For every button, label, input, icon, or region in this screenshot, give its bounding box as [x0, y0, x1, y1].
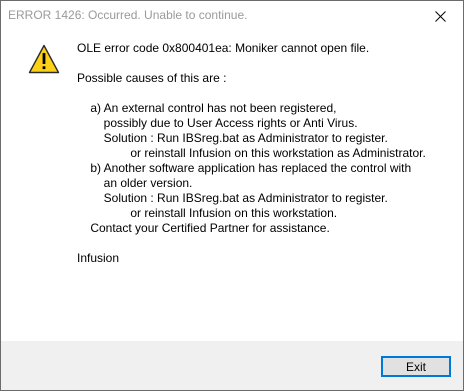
- close-button[interactable]: [417, 1, 463, 31]
- message-line: a) An external control has not been regi…: [77, 101, 337, 115]
- title-bar[interactable]: ERROR 1426: Occurred. Unable to continue…: [1, 1, 463, 31]
- message-line: or reinstall Infusion on this workstatio…: [77, 206, 338, 220]
- dialog-content: OLE error code 0x800401ea: Moniker canno…: [1, 31, 463, 341]
- message-line: Solution : Run IBSreg.bat as Administrat…: [77, 191, 388, 205]
- error-message: OLE error code 0x800401ea: Moniker canno…: [77, 41, 457, 266]
- message-line: Possible causes of this are :: [77, 71, 227, 85]
- message-line: an older version.: [77, 176, 193, 190]
- close-icon: [434, 10, 446, 22]
- message-line: b) Another software application has repl…: [77, 161, 412, 175]
- exit-button[interactable]: Exit: [381, 356, 451, 377]
- message-line: or reinstall Infusion on this workstatio…: [77, 146, 426, 160]
- button-bar: Exit: [1, 341, 463, 390]
- message-line: Solution : Run IBSreg.bat as Administrat…: [77, 131, 388, 145]
- message-line: possibly due to User Access rights or An…: [77, 116, 358, 130]
- warning-icon: [28, 44, 60, 74]
- message-line: Infusion: [77, 251, 120, 265]
- error-dialog-window: ERROR 1426: Occurred. Unable to continue…: [0, 0, 464, 391]
- window-title: ERROR 1426: Occurred. Unable to continue…: [8, 8, 248, 22]
- message-line: Contact your Certified Partner for assis…: [77, 221, 330, 235]
- message-line: OLE error code 0x800401ea: Moniker canno…: [77, 41, 370, 55]
